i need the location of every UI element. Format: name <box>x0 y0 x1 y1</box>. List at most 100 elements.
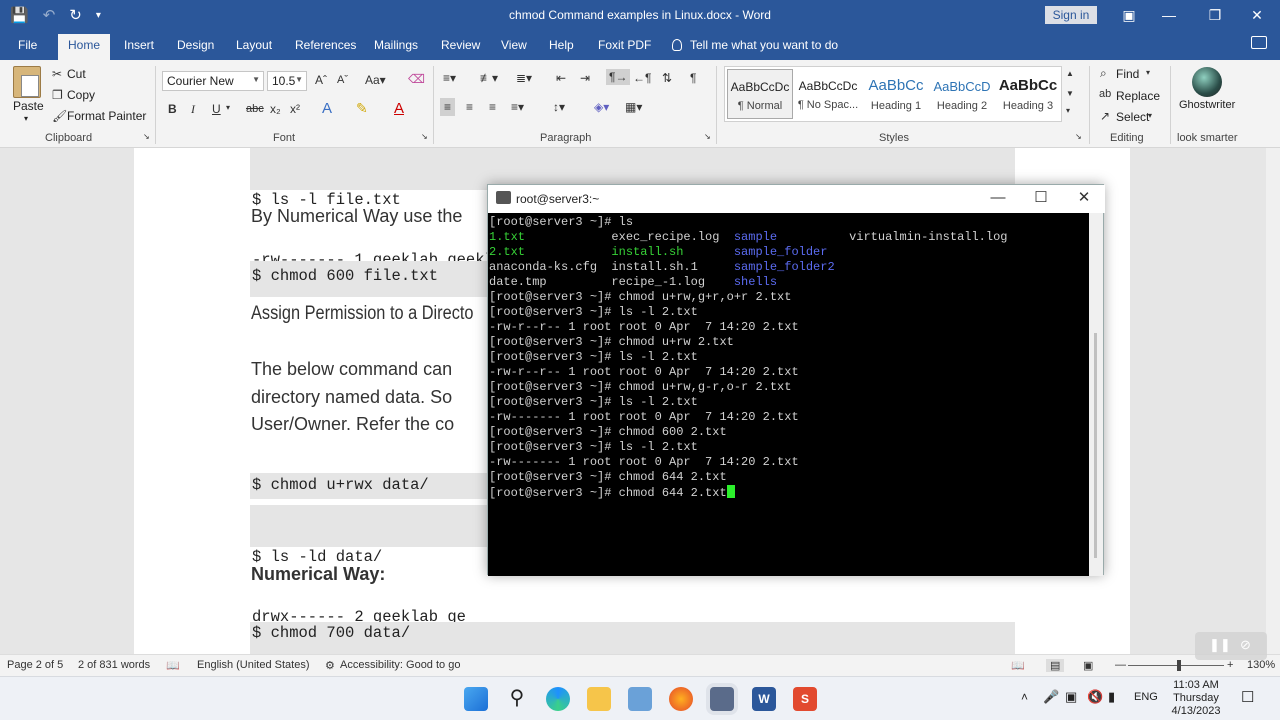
word-icon[interactable]: W <box>752 687 776 711</box>
decrease-indent-icon[interactable]: ⇤ <box>556 71 566 85</box>
putty-gen-icon[interactable] <box>628 687 652 711</box>
code-block[interactable]: $ chmod 700 data/ <box>250 622 1015 654</box>
tab-insert[interactable]: Insert <box>124 38 154 52</box>
close-button[interactable]: ✕ <box>1064 187 1104 209</box>
clock-time[interactable]: 11:03 AM <box>1170 679 1222 691</box>
maximize-button[interactable]: ☐ <box>1021 187 1061 209</box>
language[interactable]: English (United States) <box>197 659 310 671</box>
hide-icon[interactable]: ⊘ <box>1240 637 1251 653</box>
text-effects-icon[interactable]: A <box>322 100 332 117</box>
strikethrough-icon[interactable]: abc <box>246 103 264 115</box>
tab-home[interactable]: Home <box>58 34 111 60</box>
minimize-button[interactable]: — <box>1146 0 1192 32</box>
style-heading-1[interactable]: AaBbCc Heading 1 <box>863 69 929 119</box>
align-left-icon[interactable]: ≡ <box>440 98 456 116</box>
subheading[interactable]: Numerical Way: <box>251 564 385 585</box>
styles-scroll-up-icon[interactable]: ▲ <box>1066 69 1074 78</box>
align-right-icon[interactable]: ≡ <box>489 100 496 114</box>
find-button[interactable]: Find <box>1116 67 1139 81</box>
shading-icon[interactable]: ◈▾ <box>594 100 609 114</box>
tab-help[interactable]: Help <box>549 38 574 52</box>
font-name-dropdown[interactable]: Courier New ▼ <box>162 71 264 91</box>
font-size-dropdown[interactable]: 10.5 ▼ <box>267 71 307 91</box>
close-button[interactable]: ✕ <box>1234 0 1280 32</box>
style-normal[interactable]: AaBbCcDc ¶ Normal <box>727 69 793 119</box>
subscript-icon[interactable]: x₂ <box>270 102 281 116</box>
accessibility-status[interactable]: Accessibility: Good to go <box>340 659 460 671</box>
network-icon[interactable]: ▣ <box>1065 689 1077 705</box>
grow-font-icon[interactable]: Aˆ <box>315 73 327 87</box>
zoom-out-icon[interactable]: — <box>1115 659 1126 671</box>
select-button[interactable]: Select <box>1116 110 1149 124</box>
start-icon[interactable] <box>464 687 488 711</box>
sign-in-button[interactable]: Sign in <box>1045 6 1097 24</box>
s-app-icon[interactable]: S <box>793 687 817 711</box>
notification-icon[interactable]: ☐ <box>1241 688 1254 706</box>
shrink-font-icon[interactable]: Aˇ <box>337 74 348 86</box>
file-explorer-icon[interactable] <box>587 687 611 711</box>
paste-icon[interactable] <box>13 66 41 98</box>
copy-button[interactable]: Copy <box>67 88 95 102</box>
zoom-slider[interactable] <box>1128 665 1224 666</box>
increase-indent-icon[interactable]: ⇥ <box>580 71 590 85</box>
paste-dropdown-icon[interactable]: ▾ <box>24 114 28 123</box>
line-spacing-icon[interactable]: ↕▾ <box>553 100 565 114</box>
italic-icon[interactable]: I <box>191 102 195 117</box>
sort-icon[interactable]: ⇅ <box>662 71 672 85</box>
terminal-window[interactable]: root@server3:~ — ☐ ✕ [root@server3 ~]# l… <box>487 184 1105 576</box>
edge-icon[interactable] <box>546 687 570 711</box>
bullets-icon[interactable]: ≡▾ <box>443 71 456 85</box>
word-count[interactable]: 2 of 831 words <box>78 659 150 671</box>
zoom-level[interactable]: 130% <box>1247 659 1275 671</box>
pause-icon[interactable]: ❚❚ <box>1209 637 1231 653</box>
highlight-icon[interactable]: ✎ <box>356 100 368 117</box>
paragraph-text[interactable]: User/Owner. Refer the co <box>251 414 454 435</box>
tab-view[interactable]: View <box>501 38 527 52</box>
print-layout-icon[interactable]: ▤ <box>1046 659 1065 672</box>
clock-date[interactable]: 4/13/2023 <box>1168 705 1224 717</box>
chevron-down-icon[interactable]: ▾ <box>1146 68 1150 77</box>
change-case-icon[interactable]: Aa▾ <box>365 73 386 87</box>
section-heading[interactable]: Assign Permission to a Directo <box>251 303 473 325</box>
input-language[interactable]: ENG <box>1134 691 1158 703</box>
battery-icon[interactable]: ▮ <box>1108 689 1115 705</box>
chevron-up-icon[interactable]: ˄ <box>1021 690 1028 704</box>
paragraph-launcher-icon[interactable]: ↘ <box>704 132 711 141</box>
numbering-icon[interactable]: ≢▾ <box>480 71 498 85</box>
restore-button[interactable]: ❐ <box>1192 0 1238 32</box>
putty-icon[interactable] <box>710 687 734 711</box>
ghostwriter-icon[interactable] <box>1192 67 1222 97</box>
chevron-down-icon[interactable]: ▾ <box>226 103 230 112</box>
paragraph-text[interactable]: By Numerical Way use the <box>251 206 462 227</box>
tab-layout[interactable]: Layout <box>236 38 272 52</box>
search-icon[interactable]: ⚲ <box>505 687 529 711</box>
firefox-icon[interactable] <box>669 687 693 711</box>
clipboard-launcher-icon[interactable]: ↘ <box>143 132 150 141</box>
style-heading-2[interactable]: AaBbCcD Heading 2 <box>929 69 995 119</box>
zoom-slider-thumb[interactable] <box>1177 660 1181 671</box>
terminal-output[interactable]: [root@server3 ~]# ls 1.txt exec_recipe.lo… <box>488 213 1089 576</box>
paste-button[interactable]: Paste <box>13 99 44 113</box>
underline-icon[interactable]: U <box>212 102 221 116</box>
styles-scroll-down-icon[interactable]: ▼ <box>1066 89 1074 98</box>
page-count[interactable]: Page 2 of 5 <box>7 659 63 671</box>
styles-launcher-icon[interactable]: ↘ <box>1075 132 1082 141</box>
terminal-titlebar[interactable]: root@server3:~ — ☐ ✕ <box>488 185 1105 213</box>
web-layout-icon[interactable]: ▣ <box>1083 659 1093 672</box>
styles-more-icon[interactable]: ▾ <box>1066 106 1070 115</box>
multilevel-list-icon[interactable]: ≣▾ <box>516 71 532 85</box>
ghostwriter-button[interactable]: Ghostwriter <box>1179 99 1235 111</box>
tab-mailings[interactable]: Mailings <box>374 38 418 52</box>
microphone-icon[interactable]: 🎤 <box>1043 689 1059 705</box>
terminal-scrollbar[interactable] <box>1089 213 1103 576</box>
borders-icon[interactable]: ▦▾ <box>625 100 642 114</box>
paragraph-text[interactable]: directory named data. So <box>251 387 452 408</box>
clock-day[interactable]: Thursday <box>1170 692 1222 704</box>
show-formatting-icon[interactable]: ¶ <box>690 71 696 85</box>
style-heading-3[interactable]: AaBbCc Heading 3 <box>995 69 1061 119</box>
tab-file[interactable]: File <box>18 38 37 52</box>
replace-button[interactable]: Replace <box>1116 89 1160 103</box>
tab-references[interactable]: References <box>295 38 356 52</box>
superscript-icon[interactable]: x² <box>290 102 300 116</box>
cut-button[interactable]: Cut <box>67 67 86 81</box>
